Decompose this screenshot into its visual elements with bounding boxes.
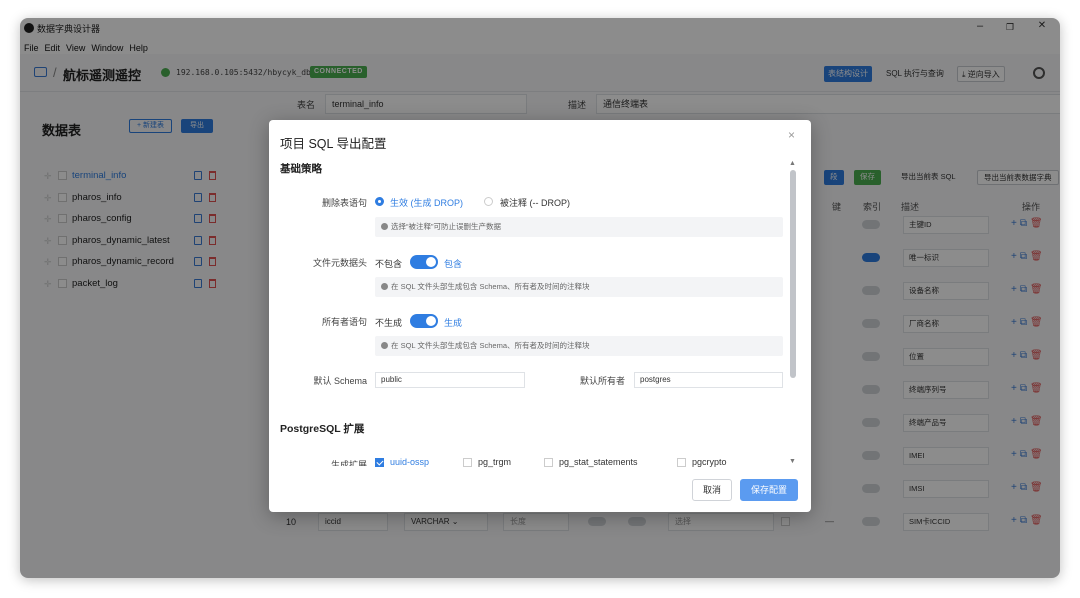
owner-hint: 在 SQL 文件头部生成包含 Schema、所有者及时间的注释块: [375, 336, 783, 356]
ext-checkbox-uuid-ossp[interactable]: [375, 458, 384, 467]
ext-checkbox-pg-trgm[interactable]: [463, 458, 472, 467]
owner-switch[interactable]: [410, 314, 438, 328]
info-icon: [381, 223, 388, 230]
owner-default-label: 默认所有者: [579, 376, 625, 386]
file-header-on: 包含: [444, 259, 463, 269]
ext-label-uuid-ossp[interactable]: uuid-ossp: [390, 457, 429, 467]
owner-label: 所有者语句: [321, 317, 367, 327]
schema-label: 默认 Schema: [313, 376, 367, 386]
owner-off: 不生成: [375, 318, 403, 328]
drop-radio-comment[interactable]: [484, 197, 493, 206]
file-header-switch[interactable]: [410, 255, 438, 269]
ext-checkbox-pgcrypto[interactable]: [677, 458, 686, 467]
dialog-title: 项目 SQL 导出配置: [280, 137, 387, 151]
owner-default-input[interactable]: postgres: [634, 372, 783, 388]
ext-label-pg-trgm[interactable]: pg_trgm: [478, 457, 511, 467]
basic-section-title: 基础策略: [280, 163, 322, 175]
drop-hint: 选择“被注释”可防止误删生产数据: [375, 217, 783, 237]
file-header-label: 文件元数据头: [312, 258, 367, 268]
ext-label-pgcrypto[interactable]: pgcrypto: [692, 457, 727, 467]
ext-label: 生成扩展: [330, 460, 367, 466]
cancel-button[interactable]: 取消: [692, 479, 733, 501]
ext-checkbox-pg-stat-statements[interactable]: [544, 458, 553, 467]
sql-export-config-dialog: 项目 SQL 导出配置 × 基础策略 删除表语句 生效 (生成 DROP) 被注…: [269, 120, 811, 512]
drop-option-comment[interactable]: 被注释 (-- DROP): [500, 196, 570, 209]
ext-label-pg-stat-statements[interactable]: pg_stat_statements: [559, 457, 638, 467]
file-header-off: 不包含: [375, 259, 403, 269]
drop-radio-effective[interactable]: [375, 197, 384, 206]
dialog-scrollbar[interactable]: [790, 170, 796, 378]
dialog-scroll-area[interactable]: 基础策略 删除表语句 生效 (生成 DROP) 被注释 (-- DROP) 选择…: [269, 156, 811, 466]
close-icon[interactable]: ×: [788, 128, 795, 142]
scroll-up-icon[interactable]: ▲: [789, 160, 796, 167]
file-header-hint: 在 SQL 文件头部生成包含 Schema、所有者及时间的注释块: [375, 277, 783, 297]
schema-input[interactable]: public: [375, 372, 525, 388]
pg-section-title: PostgreSQL 扩展: [280, 423, 365, 435]
drop-label: 删除表语句: [321, 198, 367, 208]
scroll-down-icon[interactable]: ▼: [789, 458, 796, 465]
info-icon: [381, 342, 388, 349]
drop-option-effective[interactable]: 生效 (生成 DROP): [390, 196, 463, 209]
save-config-button[interactable]: 保存配置: [740, 479, 799, 501]
owner-on: 生成: [444, 318, 463, 328]
info-icon: [381, 283, 388, 290]
